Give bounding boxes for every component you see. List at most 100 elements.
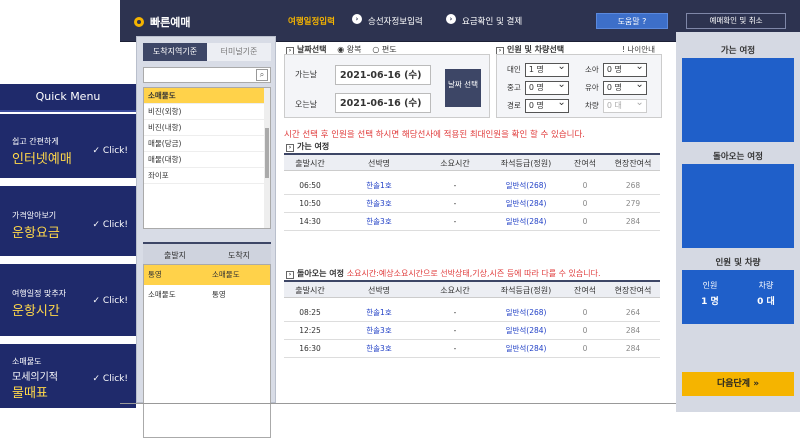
cell-duration: - [453, 181, 457, 190]
radio-round[interactable]: ◉ 왕복 [337, 45, 361, 54]
infant-select[interactable]: 0 명 [602, 79, 647, 95]
cell-onsite: 284 [625, 326, 641, 335]
list-item[interactable]: 매물(대항) [144, 152, 270, 168]
card-title: 운항요금 [12, 226, 60, 241]
table-row[interactable]: 14:30 한솔3호 - 일반석(284) 0 284 [284, 213, 660, 231]
cell-onsite: 268 [625, 181, 641, 190]
table-row[interactable]: 통영 소매물도 [144, 265, 270, 285]
senior-select[interactable]: 0 명 [524, 97, 569, 113]
quick-fare[interactable]: 가격알아보기 운항요금 ✓ Click! [0, 186, 136, 258]
next-step-button[interactable]: 다음단계 » [682, 372, 794, 396]
cell-remain: 0 [582, 199, 588, 208]
col-remain: 잔여석 [573, 159, 597, 168]
depart-date-field[interactable]: 2021-06-16 (수) [335, 65, 431, 85]
cell-seat[interactable]: 일반석(284) [488, 322, 564, 340]
list-item[interactable]: 소매물도 [144, 88, 270, 104]
car-label: 차량 [758, 281, 774, 290]
radio-oneway[interactable]: ○ 편도 [372, 45, 396, 54]
cell-ship[interactable]: 한솔3호 [336, 340, 422, 358]
search-input[interactable]: ⌕ [143, 67, 271, 83]
logo: 빠른예매 [134, 14, 190, 30]
chevron-right-icon: › [446, 14, 456, 24]
cell-remain: 0 [582, 308, 588, 317]
radio-oneway-label: 편도 [381, 45, 397, 54]
chevron-right-icon: › [352, 14, 362, 24]
help-button[interactable]: 도움말 ? [596, 13, 668, 29]
cell-seat[interactable]: 일반석(284) [488, 195, 564, 213]
senior-label: 경로 [507, 101, 521, 110]
cell-onsite: 284 [625, 344, 641, 353]
right-panel: 가는 여정 돌아오는 여정 인원 및 차량 인원 차량 1 명 0 대 다음단계… [676, 32, 800, 412]
quick-internet-booking[interactable]: 쉽고 간편하게 인터넷예매 ✓ Click! [0, 114, 136, 180]
step-passenger[interactable]: 승선자정보입력 [368, 15, 423, 27]
inbound-title-text: 돌아오는 여정 [297, 269, 344, 278]
card-title: 운항시간 [12, 304, 60, 319]
circle-icon [134, 17, 144, 27]
list-item[interactable]: 비진(내항) [144, 120, 270, 136]
date-box: 가는날 2021-06-16 (수) 오는날 2021-06-16 (수) 날짜… [284, 54, 490, 118]
cell-seat[interactable]: 일반석(284) [488, 213, 564, 231]
card-subtitle-2: 모세의기적 [12, 372, 58, 383]
tab-destination[interactable]: 도착지역기준 [143, 43, 207, 61]
people-label: 인원 [702, 281, 718, 290]
middle-label: 중고 [507, 83, 521, 92]
scrollbar-thumb[interactable] [265, 128, 269, 178]
cell-ship[interactable]: 한솔1호 [336, 177, 422, 195]
cell-ship[interactable]: 한솔1호 [336, 304, 422, 322]
table-row[interactable]: 08:25 한솔1호 - 일반석(268) 0 264 [284, 304, 660, 322]
col-time: 출발시간 [295, 286, 325, 295]
infant-label: 유아 [585, 83, 599, 92]
people-title: 인원 및 차량선택 [507, 45, 565, 54]
list-item[interactable]: 좌이포 [144, 168, 270, 184]
summary-people-title: 인원 및 차량 [715, 258, 761, 268]
col-time: 출발시간 [295, 159, 325, 168]
cell-remain: 0 [582, 181, 588, 190]
car-value: 0 대 [757, 297, 775, 307]
col-seat: 좌석등급(정원) [500, 286, 552, 295]
chevron-right-icon: › [286, 144, 294, 152]
search-icon[interactable]: ⌕ [256, 69, 268, 81]
quick-timetable[interactable]: 여행일정 맞추자 운항시간 ✓ Click! [0, 264, 136, 338]
col-ship: 선박명 [367, 159, 391, 168]
col-duration: 소요시간 [440, 159, 470, 168]
cell-remain: 0 [582, 217, 588, 226]
scrollbar[interactable] [264, 88, 270, 228]
step-payment[interactable]: 요금확인 및 결제 [462, 15, 522, 27]
table-row[interactable]: 06:50 한솔1호 - 일반석(268) 0 268 [284, 177, 660, 195]
cell-seat[interactable]: 일반석(284) [488, 340, 564, 358]
outbound-title: › 가는 여정 [286, 141, 329, 152]
cell-duration: - [453, 344, 457, 353]
adult-select[interactable]: 1 명 [524, 61, 569, 77]
cell-duration: - [453, 326, 457, 335]
header-from: 출발지 [163, 251, 187, 260]
confirm-cancel-button[interactable]: 예매확인 및 취소 [686, 13, 786, 29]
middle-select[interactable]: 0 명 [524, 79, 569, 95]
table-row[interactable]: 16:30 한솔3호 - 일반석(284) 0 284 [284, 340, 660, 358]
cell-seat[interactable]: 일반석(268) [488, 177, 564, 195]
people-value: 1 명 [701, 297, 719, 307]
table-row[interactable]: 12:25 한솔3호 - 일반석(284) 0 284 [284, 322, 660, 340]
date-select-button[interactable]: 날짜 선택 [445, 69, 481, 107]
car-select[interactable]: 0 대 [602, 97, 647, 113]
od-header: 출발지 도착지 [143, 242, 271, 264]
child-select[interactable]: 0 명 [602, 61, 647, 77]
col-remain: 잔여석 [573, 286, 597, 295]
tab-terminal[interactable]: 터미널기준 [207, 43, 271, 61]
list-item[interactable]: 비진(외항) [144, 104, 270, 120]
quick-tide-table[interactable]: 소매물도 모세의기적 물때표 ✓ Click! [0, 344, 136, 410]
step-schedule[interactable]: 여행일정입력 [288, 15, 335, 27]
cell-time: 12:25 [299, 326, 321, 335]
card-title: 인터넷예매 [12, 152, 72, 167]
return-date-field[interactable]: 2021-06-16 (수) [335, 93, 431, 113]
cell-onsite: 284 [625, 217, 641, 226]
warning-text: 시간 선택 후 인원을 선택 하시면 해당선사에 적용된 최대인원을 확인 할 … [284, 130, 586, 140]
card-title: 물때표 [12, 386, 48, 401]
cell-ship[interactable]: 한솔3호 [336, 322, 422, 340]
list-item[interactable]: 매물(당금) [144, 136, 270, 152]
table-row[interactable]: 10:50 한솔3호 - 일반석(284) 0 279 [284, 195, 660, 213]
cell-ship[interactable]: 한솔3호 [336, 213, 422, 231]
cell-ship[interactable]: 한솔3호 [336, 195, 422, 213]
outbound-title-text: 가는 여정 [297, 142, 330, 151]
table-row[interactable]: 소매물도 통영 [144, 285, 270, 305]
cell-seat[interactable]: 일반석(268) [488, 304, 564, 322]
